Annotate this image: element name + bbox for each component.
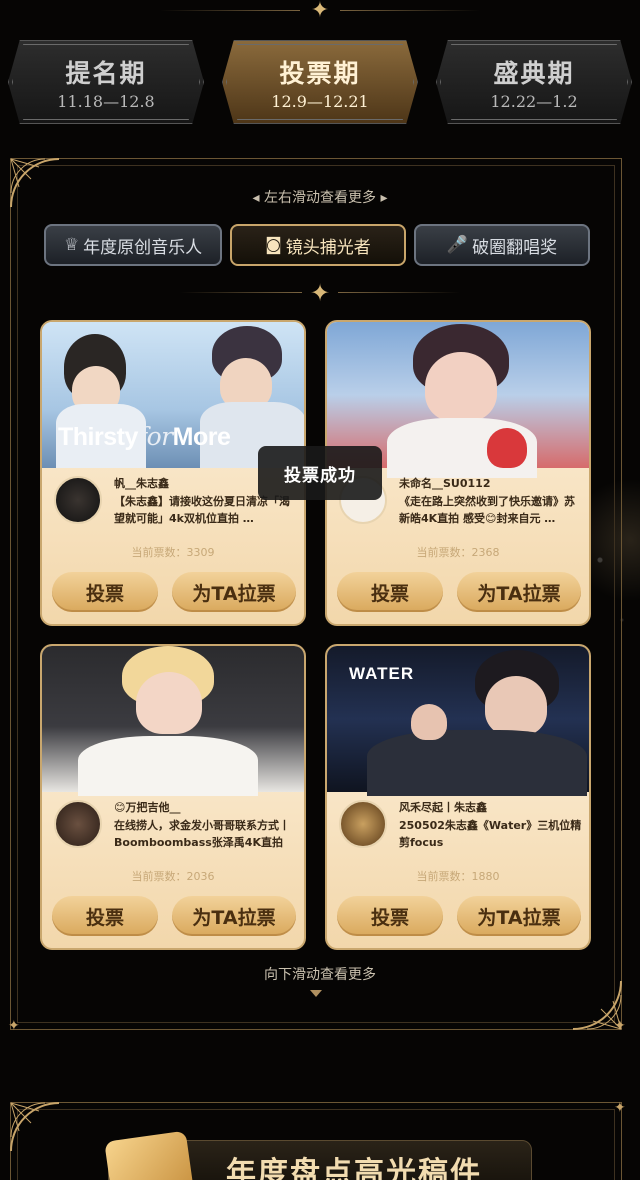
vote-count: 当前票数：3309 (131, 546, 215, 559)
category-label: 镜头捕光者 (285, 237, 371, 258)
vote-success-toast: 投票成功 (258, 446, 382, 500)
tab-voting-phase[interactable]: 投票期 12.9—12.21 (222, 40, 418, 124)
sparkle-star-icon: ✦ (309, 279, 331, 307)
author-name[interactable]: 未命名__SU0112 (399, 475, 490, 491)
sparkle-star-icon: ✦ (310, 0, 330, 23)
category-tab-original-musician[interactable]: ♕ 年度原创音乐人 (44, 224, 222, 266)
camera-icon: ◙ (265, 235, 282, 255)
canvass-button[interactable]: 为TA拉票 (457, 896, 581, 936)
swipe-down-hint: 向下滑动查看更多 (264, 967, 376, 983)
vote-button[interactable]: 投票 (52, 896, 158, 936)
avatar[interactable] (54, 476, 102, 524)
category-tab-cover-song[interactable]: 🎤 破圈翻唱奖 (414, 224, 590, 266)
trophy-icon: ♕ (63, 235, 80, 255)
category-label: 年度原创音乐人 (83, 237, 203, 258)
canvass-button[interactable]: 为TA拉票 (172, 572, 296, 612)
video-card[interactable]: WATER 风禾尽起丨朱志鑫 250502朱志鑫《Water》三机位精剪focu… (325, 644, 591, 950)
video-description[interactable]: 《走在路上突然收到了快乐邀请》苏新皓4K直拍 感受😊封来自元 … (399, 493, 585, 527)
tab-ceremony-phase[interactable]: 盛典期 12.22—1.2 (436, 40, 632, 124)
author-name[interactable]: 😊万把吉他__ (114, 799, 180, 815)
chevron-down-icon (310, 990, 322, 997)
poster-title: WATER (349, 664, 415, 683)
divider-line (180, 292, 302, 293)
section-title: 年度盘点高光稿件 (226, 1156, 482, 1180)
swipe-horizontal-hint: ◂ 左右滑动查看更多 ▸ (252, 190, 388, 206)
tab-nomination-phase[interactable]: 提名期 11.18—12.8 (8, 40, 204, 124)
vote-button[interactable]: 投票 (337, 896, 443, 936)
phase-date: 11.18—12.8 (57, 91, 155, 111)
author-name[interactable]: 风禾尽起丨朱志鑫 (399, 799, 487, 815)
video-description[interactable]: 250502朱志鑫《Water》三机位精剪focus (399, 817, 585, 851)
phase-date: 12.9—12.21 (271, 91, 369, 111)
sparkle-star-icon: ✦ (614, 1018, 626, 1034)
vote-count: 当前票数：1880 (416, 870, 500, 883)
video-card[interactable]: 😊万把吉他__ 在线捞人，求金发小哥哥联系方式丨Boomboombass张泽禹4… (40, 644, 306, 950)
poster-title: ThirstyforMore (58, 422, 231, 451)
divider-line (340, 10, 480, 11)
phase-date: 12.22—1.2 (490, 91, 578, 111)
divider-line (160, 10, 300, 11)
vote-count: 当前票数：2036 (131, 870, 215, 883)
phase-name: 盛典期 (493, 58, 575, 88)
canvass-button[interactable]: 为TA拉票 (172, 896, 296, 936)
video-description[interactable]: 在线捞人，求金发小哥哥联系方式丨Boomboombass张泽禹4K直拍 (114, 817, 300, 851)
author-name[interactable]: 帆__朱志鑫 (114, 475, 169, 491)
corner-ornament-icon (9, 1101, 61, 1153)
vote-button[interactable]: 投票 (337, 572, 443, 612)
canvass-button[interactable]: 为TA拉票 (457, 572, 581, 612)
category-tab-camera-catcher[interactable]: ◙ 镜头捕光者 (230, 224, 406, 266)
hint-text: 左右滑动查看更多 (264, 190, 376, 206)
phase-tabs: 提名期 11.18—12.8 投票期 12.9—12.21 盛典期 12.22—… (8, 40, 632, 124)
vote-count: 当前票数：2368 (416, 546, 500, 559)
divider-line (338, 292, 460, 293)
avatar[interactable] (339, 800, 387, 848)
microphone-icon: 🎤 (446, 235, 469, 255)
phase-name: 投票期 (279, 58, 361, 88)
video-thumbnail[interactable] (42, 646, 304, 796)
video-thumbnail[interactable]: WATER (327, 646, 589, 796)
category-label: 破圈翻唱奖 (472, 237, 558, 258)
sparkle-star-icon: ✦ (614, 1100, 626, 1116)
vote-button[interactable]: 投票 (52, 572, 158, 612)
avatar[interactable] (54, 800, 102, 848)
sparkle-star-icon: ✦ (8, 1018, 20, 1034)
phase-name: 提名期 (65, 58, 147, 88)
